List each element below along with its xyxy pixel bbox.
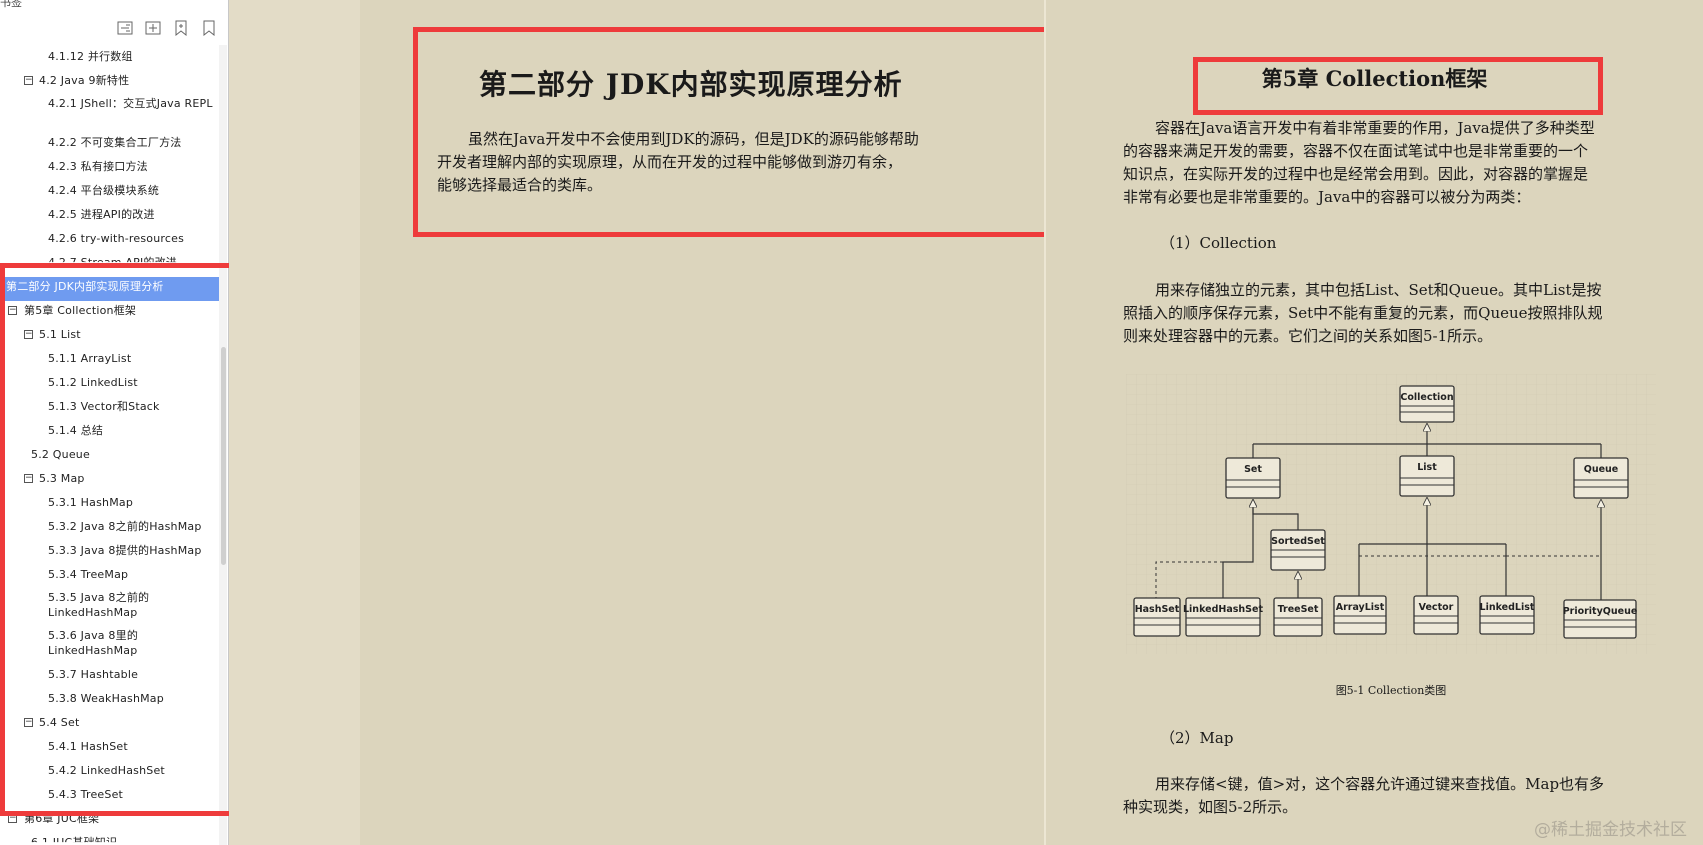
collection-class-diagram: Collection Set List Queue SortedSet Hash… <box>1126 374 1656 654</box>
toc-item[interactable]: 4.2.4 平台级模块系统 <box>48 182 159 200</box>
svg-text:Vector: Vector <box>1419 602 1454 613</box>
svg-text:LinkedHashSet: LinkedHashSet <box>1183 604 1263 615</box>
figure-caption: 图5-1 Collection类图 <box>1335 684 1447 697</box>
svg-text:Queue: Queue <box>1584 464 1619 475</box>
toc-item[interactable]: 4.2.5 进程API的改进 <box>48 206 155 224</box>
para-line: 用来存储独立的元素，其中包括List、Set和Queue。其中List是按 <box>1155 281 1602 299</box>
class-node-arraylist: ArrayList <box>1333 595 1387 635</box>
page-gutter <box>229 0 360 845</box>
intro-line: 容器在Java语言开发中有着非常重要的作用，Java提供了多种类型 <box>1155 119 1595 137</box>
section-collection-heading: （1）Collection <box>1160 234 1277 252</box>
svg-text:LinkedList: LinkedList <box>1480 602 1535 613</box>
class-node-priorityqueue: PriorityQueue <box>1563 599 1638 639</box>
class-node-sortedset: SortedSet <box>1270 529 1326 571</box>
watermark: @稀土掘金技术社区 <box>1534 820 1687 840</box>
part-highlight-box <box>413 27 1075 237</box>
bookmark-icon[interactable] <box>201 20 217 37</box>
toc-item[interactable]: 6.1 JUC基础知识 <box>31 834 117 842</box>
intro-line: 非常有必要也是非常重要的。Java中的容器可以被分为两类： <box>1123 188 1531 206</box>
bookmarks-toolbar <box>0 10 228 46</box>
toc-toggle-icon[interactable]: − <box>24 76 33 85</box>
class-node-treeset: TreeSet <box>1273 597 1323 637</box>
toc-item[interactable]: 4.2.2 不可变集合工厂方法 <box>48 134 182 152</box>
class-node-hashset: HashSet <box>1133 597 1181 637</box>
class-node-queue: Queue <box>1573 457 1629 499</box>
toc-item[interactable]: 4.2 Java 9新特性 <box>39 72 129 90</box>
para-line: 则来处理容器中的元素。它们之间的关系如图5-1所示。 <box>1123 327 1493 345</box>
svg-text:PriorityQueue: PriorityQueue <box>1563 606 1638 617</box>
svg-text:Set: Set <box>1244 464 1262 475</box>
toc-item[interactable]: 4.1.12 并行数组 <box>48 48 133 66</box>
intro-line: 知识点，在实际开发的过程中也是经常会用到。因此，对容器的掌握是 <box>1123 165 1589 183</box>
collection-paragraph: 用来存储独立的元素，其中包括List、Set和Queue。其中List是按 照插… <box>1123 279 1603 348</box>
panel-title: 书签 <box>0 0 22 9</box>
map-paragraph: 用来存储<键，值>对，这个容器允许通过键来查找值。Map也有多 种实现类，如图5… <box>1123 773 1604 819</box>
svg-text:List: List <box>1417 462 1437 473</box>
intro-line: 的容器来满足开发的需要，容器不仅在面试笔试中也是非常重要的一个 <box>1123 142 1589 160</box>
expand-all-icon[interactable] <box>145 20 161 36</box>
class-node-collection: Collection <box>1399 385 1455 423</box>
collapse-all-icon[interactable] <box>117 20 133 36</box>
svg-text:ArrayList: ArrayList <box>1336 602 1385 613</box>
chapter-highlight-box <box>1193 57 1603 115</box>
class-node-vector: Vector <box>1413 595 1459 635</box>
panel-header: 书签 ^ <box>0 0 228 10</box>
class-node-linkedlist: LinkedList <box>1479 595 1535 635</box>
section-map-heading: （2）Map <box>1160 729 1234 747</box>
svg-text:Collection: Collection <box>1400 392 1453 403</box>
class-node-set: Set <box>1225 457 1281 499</box>
chapter-intro: 容器在Java语言开发中有着非常重要的作用，Java提供了多种类型 的容器来满足… <box>1123 117 1595 209</box>
toc-item[interactable]: 4.2.1 JShell：交互式Java REPL <box>48 96 223 130</box>
class-node-list: List <box>1399 455 1455 497</box>
class-node-linkedhashset: LinkedHashSet <box>1183 597 1263 637</box>
bookmark-add-icon[interactable] <box>173 20 189 37</box>
svg-text:HashSet: HashSet <box>1135 604 1180 615</box>
para-line: 用来存储<键，值>对，这个容器允许通过键来查找值。Map也有多 <box>1155 775 1605 793</box>
svg-text:SortedSet: SortedSet <box>1271 536 1325 547</box>
panel-collapse-icon[interactable]: ^ <box>205 0 214 7</box>
toc-item[interactable]: 4.2.3 私有接口方法 <box>48 158 148 176</box>
para-line: 种实现类，如图5-2所示。 <box>1123 798 1298 816</box>
svg-text:TreeSet: TreeSet <box>1278 604 1319 615</box>
para-line: 照插入的顺序保存元素，Set中不能有重复的元素，而Queue按照排队规 <box>1123 304 1603 322</box>
toc-item[interactable]: 4.2.6 try-with-resources <box>48 230 184 248</box>
